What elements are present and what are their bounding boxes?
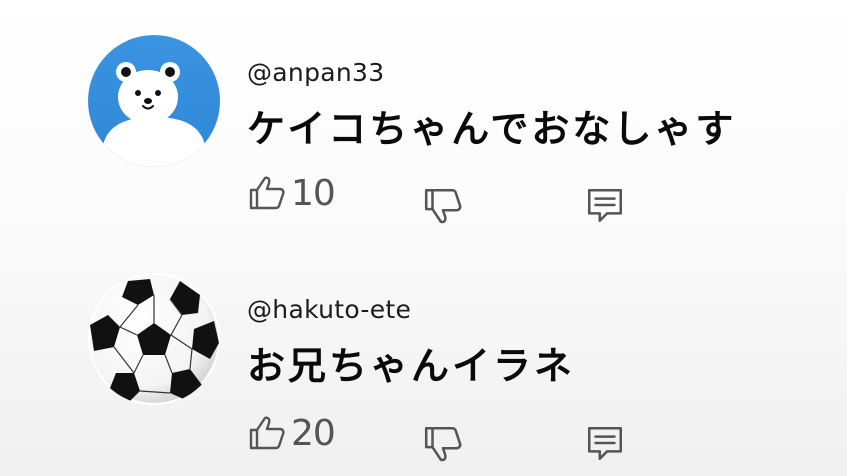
dislike-button[interactable]: [422, 423, 464, 465]
comment-item: @hakuto-ete お兄ちゃんイラネ 20: [0, 238, 847, 476]
comment-text: お兄ちゃんイラネ: [247, 343, 576, 388]
comment-text: ケイコちゃんでおなしゃす: [247, 106, 737, 151]
thumbs-down-icon: [422, 423, 464, 465]
thumbs-up-icon: [247, 173, 287, 213]
like-count: 10: [291, 172, 336, 214]
like-button[interactable]: 20: [247, 408, 336, 458]
avatar[interactable]: [88, 273, 220, 405]
avatar[interactable]: [88, 35, 220, 167]
soccer-ball-icon: [88, 273, 220, 405]
comment-item: @anpan33 ケイコちゃんでおなしゃす 10: [0, 0, 847, 238]
comment-author[interactable]: @anpan33: [247, 58, 384, 87]
reply-button[interactable]: [584, 423, 626, 465]
thumbs-down-icon: [422, 185, 464, 227]
bear-icon: [88, 35, 220, 167]
like-button[interactable]: 10: [247, 168, 336, 218]
comment-author[interactable]: @hakuto-ete: [247, 295, 411, 324]
dislike-button[interactable]: [422, 185, 464, 227]
comment-icon: [584, 185, 626, 227]
reply-button[interactable]: [584, 185, 626, 227]
thumbs-up-icon: [247, 413, 287, 453]
like-count: 20: [291, 412, 336, 454]
comment-icon: [584, 423, 626, 465]
